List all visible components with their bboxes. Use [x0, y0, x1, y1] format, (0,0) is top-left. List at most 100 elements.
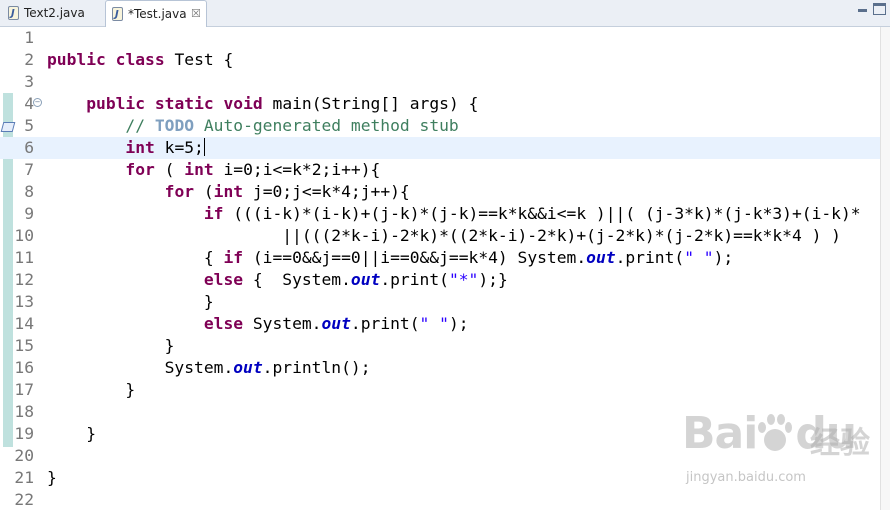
code-line[interactable]: 15 } [0, 335, 890, 357]
code-token: public [47, 50, 106, 69]
code-line[interactable]: 13 } [0, 291, 890, 313]
line-number: 22 [14, 490, 34, 509]
code-line[interactable]: 22 [0, 489, 890, 511]
baidu-jingyan-watermark: Bai du 经验 jingyan.baidu.com [682, 408, 887, 488]
tab-test-java[interactable]: J *Test.java ☒ [105, 0, 207, 27]
minimize-icon[interactable] [856, 3, 870, 17]
maximize-icon[interactable] [873, 3, 886, 15]
code-token: System. [47, 358, 234, 377]
tab-text2-java[interactable]: J Text2.java [0, 0, 104, 26]
code-token: else [203, 314, 244, 333]
line-code: if (((i-k)*(i-k)+(j-k)*(j-k)==k*k&&i<=k … [47, 203, 861, 225]
code-token: (((i-k)*(i-k)+(j-k)*(j-k)==k*k&&i<=k )||… [223, 204, 861, 223]
line-code: for (int j=0;j<=k*4;j++){ [47, 181, 410, 203]
line-code: public class Test { [47, 49, 233, 71]
line-code: // TODO Auto-generated method stub [47, 115, 459, 137]
code-token: " " [684, 248, 714, 267]
line-code: else { System.out.print("*");} [47, 269, 508, 291]
code-token: } [47, 336, 175, 355]
watermark-url: jingyan.baidu.com [686, 470, 806, 485]
code-line[interactable]: 6 int k=5; [0, 137, 890, 159]
code-line[interactable]: 16 System.out.println(); [0, 357, 890, 379]
code-token: Auto-generated method stub [194, 116, 459, 135]
code-token: .print( [615, 248, 685, 267]
code-token: { System. [243, 270, 351, 289]
code-token: ( [154, 160, 185, 179]
close-icon[interactable]: ☒ [191, 1, 201, 27]
code-token: if [223, 248, 244, 267]
code-line[interactable]: 10 ||(((2*k-i)-2*k)*((2*k-i)-2*k)+(j-2*k… [0, 225, 890, 247]
line-code: } [47, 291, 214, 313]
line-code: System.out.println(); [47, 357, 371, 379]
code-token: .print( [380, 270, 449, 289]
code-token: .println(); [262, 358, 371, 377]
code-token: out [233, 358, 263, 377]
line-number: 8 [24, 182, 34, 201]
tab-label: *Test.java [128, 7, 187, 21]
line-code: } [47, 335, 175, 357]
java-file-icon: J [112, 7, 123, 21]
line-code: } [47, 379, 135, 401]
line-number: 2 [24, 50, 34, 69]
code-token: for [125, 160, 155, 179]
code-line[interactable]: 7 for ( int i=0;i<=k*2;i++){ [0, 159, 890, 181]
line-code: public static void main(String[] args) { [47, 93, 478, 115]
code-line[interactable]: 14 else System.out.print(" "); [0, 313, 890, 335]
line-code: int k=5; [47, 137, 205, 159]
code-token: out [586, 248, 616, 267]
line-code: } [47, 423, 96, 445]
code-token: ( [194, 182, 214, 201]
code-token: j=0;j<=k*4;j++){ [243, 182, 410, 201]
code-token: public [86, 94, 146, 113]
code-line[interactable]: 4 public static void main(String[] args)… [0, 93, 890, 115]
code-line[interactable]: 17 } [0, 379, 890, 401]
line-code: for ( int i=0;i<=k*2;i++){ [47, 159, 380, 181]
line-code: { if (i==0&&j==0||i==0&&j==k*4) System.o… [47, 247, 733, 269]
code-line[interactable]: 2 public class Test { [0, 49, 890, 71]
line-number: 20 [14, 446, 34, 465]
code-line[interactable]: 9 if (((i-k)*(i-k)+(j-k)*(j-k)==k*k&&i<=… [0, 203, 890, 225]
line-number: 12 [14, 270, 34, 289]
code-line[interactable]: 5 // TODO Auto-generated method stub [0, 115, 890, 137]
line-number: 4 [24, 94, 34, 113]
code-line[interactable]: 1 [0, 27, 890, 49]
code-line[interactable]: 3 [0, 71, 890, 93]
code-token: if [203, 204, 224, 223]
code-token: TODO [154, 116, 195, 135]
code-token: i=0;i<=k*2;i++){ [213, 160, 381, 179]
code-token: );} [478, 270, 508, 289]
line-number: 17 [14, 380, 34, 399]
line-number: 9 [24, 204, 34, 223]
line-number: 1 [24, 28, 34, 47]
line-number: 16 [14, 358, 34, 377]
code-token: .print( [350, 314, 420, 333]
code-line[interactable]: 11 { if (i==0&&j==0||i==0&&j==k*4) Syste… [0, 247, 890, 269]
code-token: System. [243, 314, 322, 333]
code-line[interactable]: 8 for (int j=0;j<=k*4;j++){ [0, 181, 890, 203]
code-token: else [203, 270, 244, 289]
code-token: } [47, 424, 97, 443]
editor-tab-bar: J Text2.java J *Test.java ☒ [0, 0, 890, 27]
code-token: } [47, 380, 136, 399]
code-line[interactable]: 12 else { System.out.print("*");} [0, 269, 890, 291]
tab-label: Text2.java [24, 6, 85, 20]
code-token: "*" [448, 270, 479, 289]
watermark-cn: 经验 [810, 426, 870, 461]
code-token: ||(((2*k-i)-2*k)*((2*k-i)-2*k)+(j-2*k)*(… [47, 226, 841, 245]
line-code: ||(((2*k-i)-2*k)*((2*k-i)-2*k)+(j-2*k)*(… [47, 225, 841, 247]
code-token: out [350, 270, 381, 289]
code-token: k=5; [154, 138, 204, 157]
code-token: " " [419, 314, 449, 333]
fold-collapse-icon[interactable]: − [33, 98, 42, 107]
line-number: 15 [14, 336, 34, 355]
code-token: Test { [164, 50, 234, 69]
code-token: int [125, 138, 155, 157]
line-code: else System.out.print(" "); [47, 313, 469, 335]
code-token: ); [713, 248, 734, 267]
